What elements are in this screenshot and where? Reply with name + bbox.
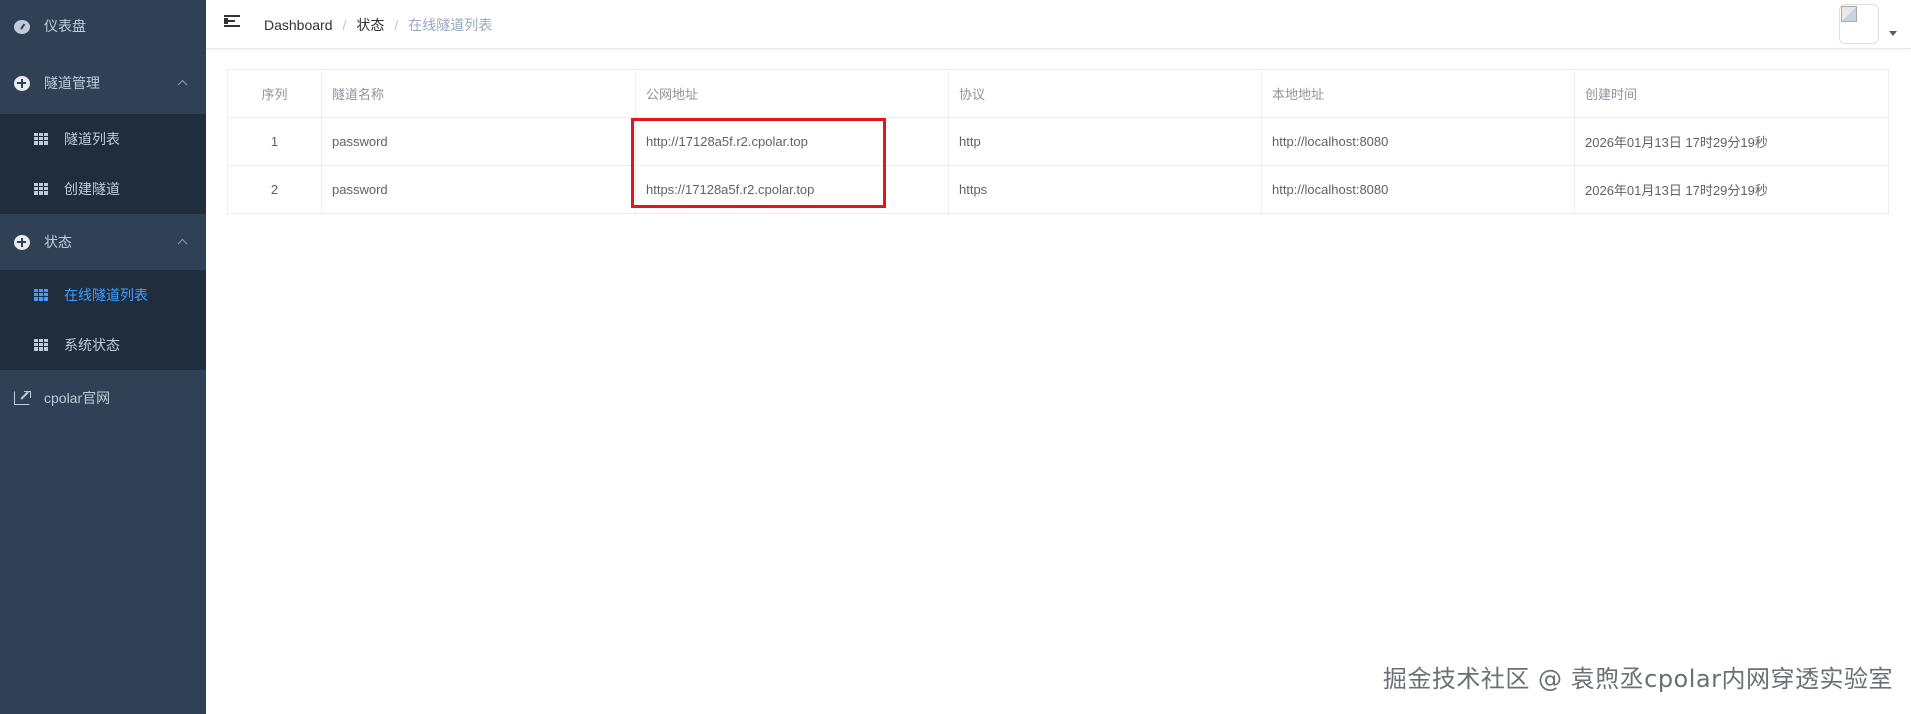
table-icon	[34, 133, 48, 145]
table-icon	[34, 183, 48, 195]
tunnel-table: 序列 隧道名称 公网地址 协议 本地地址 创建时间 1 password htt…	[227, 69, 1889, 214]
sidebar-group-label: 状态	[44, 234, 72, 250]
sidebar-item-cpolar-official[interactable]: cpolar官网	[0, 370, 206, 426]
chevron-up-icon	[177, 79, 188, 90]
table-cell: password	[321, 165, 636, 214]
breadcrumb-separator: /	[394, 17, 399, 33]
table-cell: https://17128a5f.r2.cpolar.top	[635, 165, 949, 214]
table-row: 2 password https://17128a5f.r2.cpolar.to…	[227, 165, 1889, 214]
table-cell: 1	[227, 117, 322, 166]
status-submenu: 在线隧道列表 系统状态	[0, 270, 206, 370]
sidebar-item-online-tunnels[interactable]: 在线隧道列表	[0, 270, 206, 320]
breadcrumb-separator: /	[342, 17, 347, 33]
table-cell: password	[321, 117, 636, 166]
sidebar-item-system-status[interactable]: 系统状态	[0, 320, 206, 370]
table-cell: 2026年01月13日 17时29分19秒	[1574, 165, 1889, 214]
sidebar: 仪表盘 隧道管理 隧道列表 创建隧道 状态 在线隧道列表 系统状态 cpolar…	[0, 0, 206, 714]
tunnel-management-submenu: 隧道列表 创建隧道	[0, 114, 206, 214]
sidebar-item-label: 系统状态	[64, 337, 120, 353]
dashboard-icon	[14, 19, 30, 34]
table-cell: http://localhost:8080	[1261, 117, 1575, 166]
navbar: Dashboard / 状态 / 在线隧道列表	[206, 0, 1911, 49]
table-icon	[34, 289, 48, 301]
table-cell: http	[948, 117, 1262, 166]
table-cell: http://localhost:8080	[1261, 165, 1575, 214]
breadcrumb-dashboard[interactable]: Dashboard	[264, 17, 333, 33]
sidebar-group-label: 隧道管理	[44, 75, 100, 91]
chevron-up-icon	[177, 238, 188, 249]
avatar[interactable]	[1839, 4, 1879, 44]
breadcrumb-status[interactable]: 状态	[356, 15, 384, 35]
column-header: 创建时间	[1574, 69, 1889, 118]
sidebar-item-dashboard[interactable]: 仪表盘	[0, 0, 206, 52]
external-link-icon	[14, 390, 31, 405]
column-header: 协议	[948, 69, 1262, 118]
table-row: 1 password http://17128a5f.r2.cpolar.top…	[227, 117, 1889, 166]
sidebar-item-label: 仪表盘	[44, 18, 86, 34]
column-header: 序列	[227, 69, 322, 118]
hamburger-menu-icon[interactable]	[224, 15, 240, 29]
table-cell: 2	[227, 165, 322, 214]
sidebar-item-tunnel-list[interactable]: 隧道列表	[0, 114, 206, 164]
caret-down-icon[interactable]	[1889, 31, 1897, 36]
sidebar-group-status[interactable]: 状态	[0, 214, 206, 270]
watermark: 掘金技术社区 @ 袁煦丞cpolar内网穿透实验室	[1382, 665, 1893, 693]
table-cell: http://17128a5f.r2.cpolar.top	[635, 117, 949, 166]
table-cell: 2026年01月13日 17时29分19秒	[1574, 117, 1889, 166]
column-header: 公网地址	[635, 69, 949, 118]
sidebar-item-label: 创建隧道	[64, 181, 120, 197]
column-header: 本地地址	[1261, 69, 1575, 118]
sidebar-item-label: 隧道列表	[64, 131, 120, 147]
table-icon	[34, 339, 48, 351]
plus-circle-icon	[14, 234, 30, 250]
breadcrumb-current: 在线隧道列表	[408, 17, 493, 33]
plus-circle-icon	[14, 75, 30, 91]
sidebar-group-tunnel-management[interactable]: 隧道管理	[0, 52, 206, 114]
column-header: 隧道名称	[321, 69, 636, 118]
sidebar-item-create-tunnel[interactable]: 创建隧道	[0, 164, 206, 214]
table-header-row: 序列 隧道名称 公网地址 协议 本地地址 创建时间	[227, 69, 1889, 118]
sidebar-item-label: 在线隧道列表	[64, 287, 148, 303]
sidebar-item-label: cpolar官网	[44, 390, 111, 406]
table-cell: https	[948, 165, 1262, 214]
breadcrumb: Dashboard / 状态 / 在线隧道列表	[264, 15, 492, 35]
